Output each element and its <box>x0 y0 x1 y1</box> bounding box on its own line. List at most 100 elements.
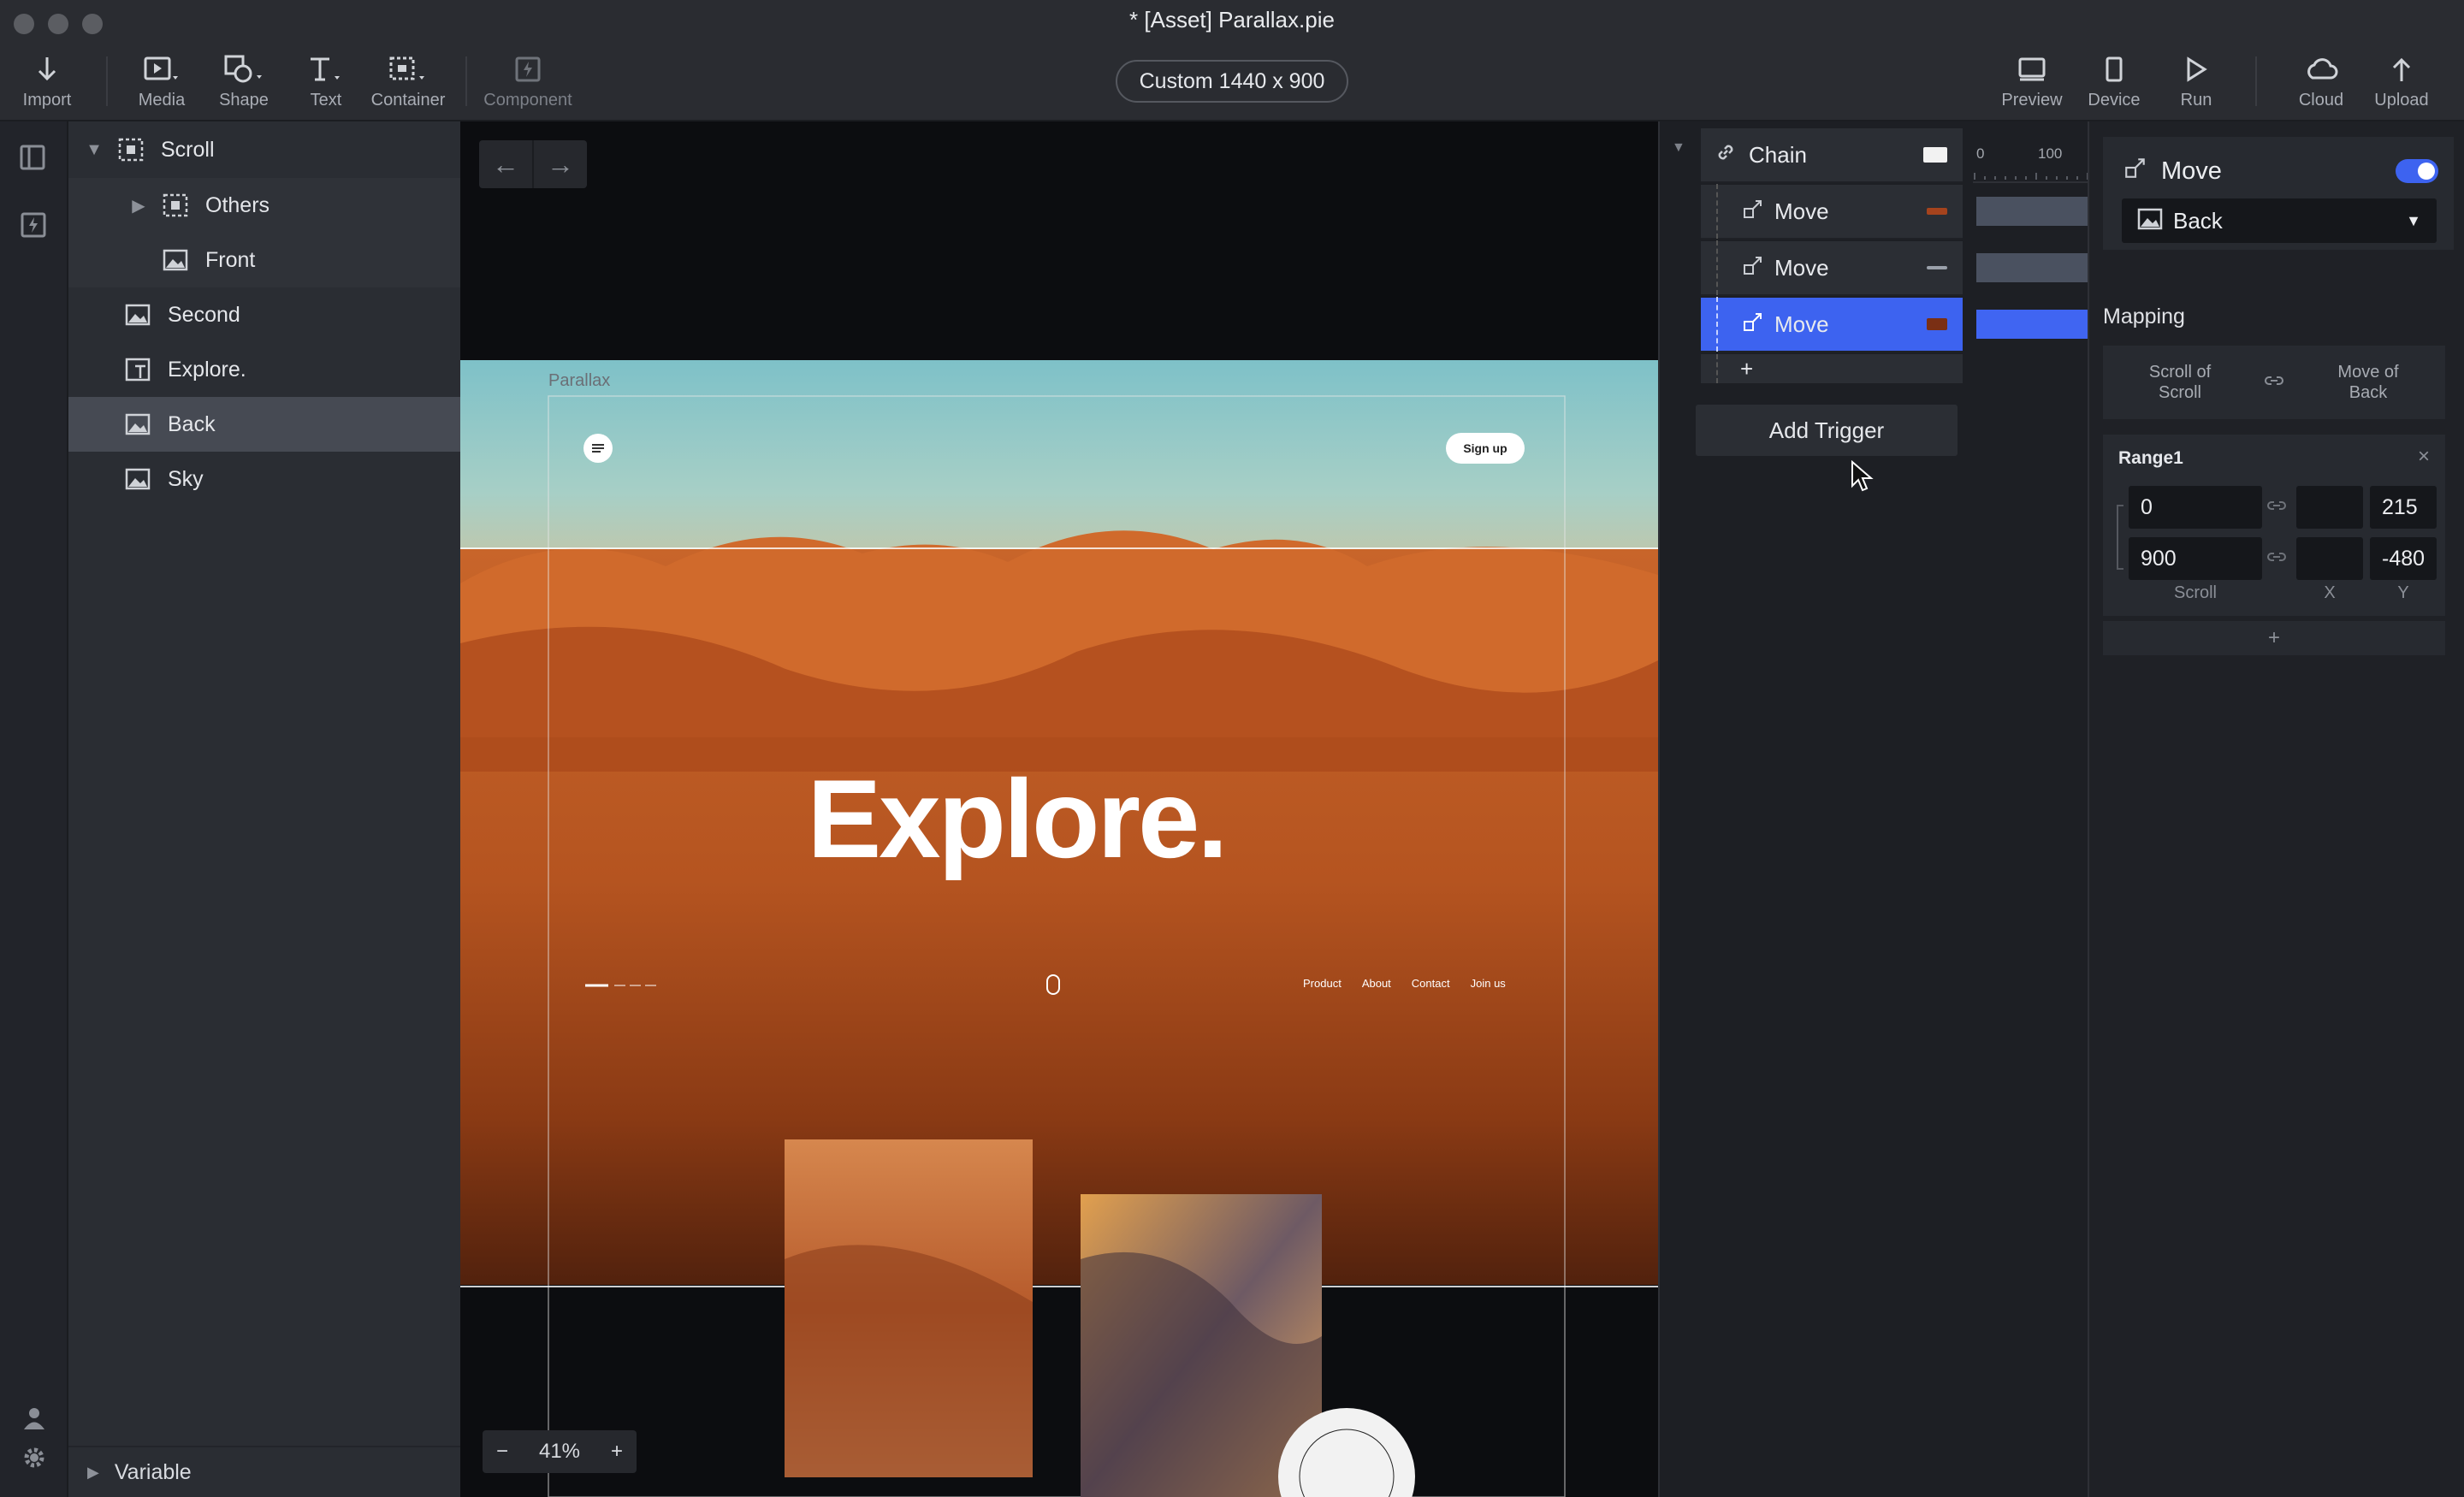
move-row-1[interactable]: Move <box>1701 184 1963 240</box>
layer-scroll[interactable]: ▼ Scroll <box>68 122 460 177</box>
scroll-to-input[interactable]: 900 <box>2129 537 2262 580</box>
signup-button: Sign up <box>1463 441 1507 455</box>
layer-label: Front <box>205 247 256 272</box>
timeline-bar-3[interactable] <box>1976 310 2089 339</box>
zoom-in-button[interactable]: + <box>611 1440 623 1464</box>
layer-label: Others <box>205 192 270 217</box>
components-panel-icon[interactable] <box>21 212 46 242</box>
timeline-bar-1[interactable] <box>1976 197 2089 226</box>
move-row-2[interactable]: Move <box>1701 240 1963 296</box>
zoom-level[interactable]: 41% <box>539 1440 580 1464</box>
image-icon <box>125 467 151 491</box>
y-to-input[interactable]: -480 <box>2370 537 2437 580</box>
add-range-button[interactable]: + <box>2103 621 2445 655</box>
timeline-bar-2[interactable] <box>1976 253 2089 282</box>
settings-gear-icon[interactable] <box>22 1446 46 1474</box>
x-from-input[interactable] <box>2296 486 2363 529</box>
collapse-triangle-icon[interactable]: ▼ <box>1672 140 1685 156</box>
artboard-nav: Product About Contact Join us <box>1303 977 1506 990</box>
user-icon[interactable] <box>22 1406 46 1435</box>
layer-label: Scroll <box>161 137 215 162</box>
canvas-size-select[interactable]: Custom 1440 x 900 <box>1116 60 1348 103</box>
upload-button[interactable]: Upload <box>2354 55 2449 110</box>
toolbar: * [Asset] Parallax.pie Import Media Shap… <box>0 0 2464 121</box>
add-response-row[interactable]: + <box>1701 354 1963 383</box>
artboard-label: Parallax <box>548 371 611 390</box>
move-icon <box>1742 198 1764 226</box>
move-thumbnail <box>1927 318 1947 330</box>
preview-button[interactable]: Preview <box>1985 55 2079 110</box>
layer-others[interactable]: ▶ Others <box>68 178 460 233</box>
shape-button[interactable]: Shape <box>197 55 291 110</box>
left-rail <box>0 121 68 1497</box>
layer-sky[interactable]: Sky <box>68 452 460 506</box>
upload-icon <box>2390 55 2413 84</box>
component-icon <box>515 55 541 84</box>
arrow-right-icon[interactable]: → <box>534 140 587 188</box>
component-button[interactable]: Component <box>481 55 575 110</box>
y-from-input[interactable]: 215 <box>2370 486 2437 529</box>
interaction-panel: ▼ Chain Move Move Move + 0 100 <box>1658 121 2089 1497</box>
add-trigger-button[interactable]: Add Trigger <box>1696 405 1958 456</box>
range-bracket <box>2117 505 2123 570</box>
timeline-tick-100: 100 <box>2038 145 2063 162</box>
move-icon <box>1742 311 1764 339</box>
container-button[interactable]: Container <box>361 55 455 110</box>
image-icon <box>163 248 188 272</box>
move-label: Move <box>1774 198 1829 224</box>
chain-label: Chain <box>1749 141 1807 168</box>
chevron-right-icon[interactable]: ▶ <box>130 195 147 216</box>
upload-label: Upload <box>2374 91 2429 109</box>
link-icon[interactable] <box>2267 500 2286 516</box>
nav-link-about: About <box>1361 977 1391 990</box>
layer-label: Back <box>168 411 216 436</box>
move-label: Move <box>1774 311 1829 337</box>
link-icon[interactable] <box>2267 551 2286 567</box>
scroll-from-input[interactable]: 0 <box>2129 486 2262 529</box>
close-icon[interactable]: × <box>2418 445 2430 469</box>
move-row-3[interactable]: Move <box>1701 297 1963 352</box>
layers-panel-icon[interactable] <box>19 144 46 175</box>
text-icon <box>307 55 345 84</box>
play-icon <box>2184 55 2208 84</box>
chevron-down-icon[interactable]: ▼ <box>86 140 103 160</box>
window-title: * [Asset] Parallax.pie <box>1129 7 1335 33</box>
zoom-out-button[interactable]: − <box>496 1440 508 1464</box>
variable-section[interactable]: ▶ Variable <box>68 1446 460 1497</box>
device-button[interactable]: Device <box>2067 55 2161 110</box>
enable-toggle[interactable] <box>2396 159 2438 183</box>
media-button[interactable]: Media <box>115 55 209 110</box>
plus-icon[interactable]: + <box>1740 356 1753 382</box>
timeline-ruler[interactable]: 0 100 <box>1973 128 2089 183</box>
media-icon <box>144 55 180 84</box>
mapping-card[interactable]: Scroll of Scroll Move of Back <box>2103 346 2445 419</box>
image-icon <box>125 412 151 436</box>
layer-label: Second <box>168 302 240 327</box>
scroll-column-label: Scroll <box>2173 583 2217 602</box>
chain-row[interactable]: Chain <box>1701 128 1963 183</box>
link-icon <box>2257 375 2291 391</box>
layer-front[interactable]: Front <box>68 233 460 287</box>
nav-link-join: Join us <box>1470 977 1506 990</box>
arrow-left-icon[interactable]: ← <box>479 140 534 188</box>
move-thumbnail <box>1927 208 1947 215</box>
cloud-icon <box>2304 55 2338 84</box>
target-select[interactable]: Back ▼ <box>2122 198 2437 243</box>
layer-label: Explore. <box>168 357 246 382</box>
text-button[interactable]: Text <box>279 55 373 110</box>
device-icon <box>2105 55 2123 84</box>
x-to-input[interactable] <box>2296 537 2363 580</box>
properties-panel: Move Back ▼ Mapping Scroll of Scroll Mov… <box>2088 121 2464 1497</box>
cloud-label: Cloud <box>2298 91 2344 109</box>
layer-explore[interactable]: Explore. <box>68 342 460 397</box>
toolbar-divider <box>2255 56 2257 106</box>
chain-thumbnail <box>1923 147 1947 163</box>
run-button[interactable]: Run <box>2149 55 2243 110</box>
layer-second[interactable]: Second <box>68 287 460 342</box>
x-column-label: X <box>2324 583 2336 602</box>
layer-back[interactable]: Back <box>68 397 460 452</box>
toolbar-divider <box>106 56 108 106</box>
canvas-stage[interactable]: Parallax Sign up Explore. Product About … <box>460 121 1658 1497</box>
import-button[interactable]: Import <box>0 55 94 110</box>
scroll-container-icon <box>118 138 144 162</box>
